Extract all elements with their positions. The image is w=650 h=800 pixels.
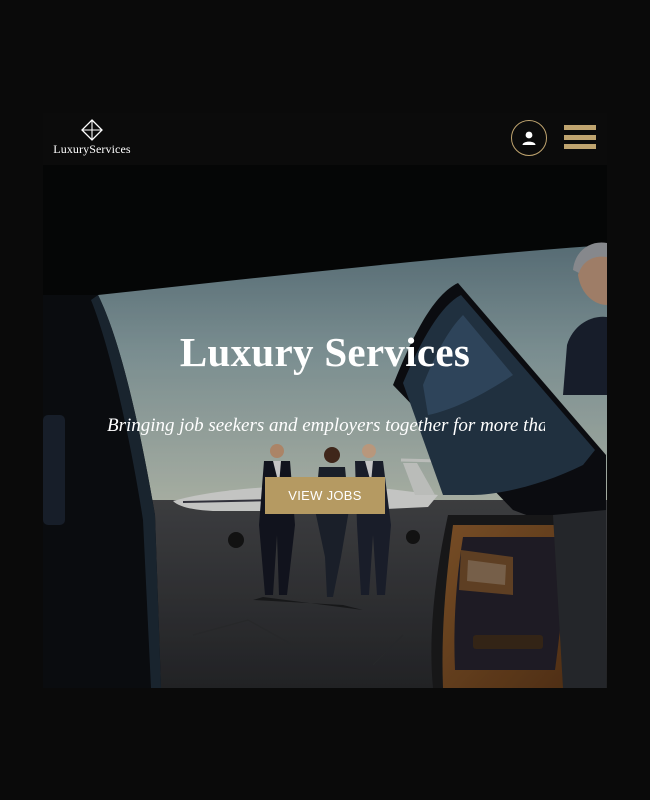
user-icon [522,131,536,145]
menu-bar [564,125,596,130]
hero-section: Luxury Services Bringing job seekers and… [43,165,607,688]
logo[interactable]: LuxuryServices [52,119,132,159]
hero-subtitle: Bringing job seekers and employers toget… [107,415,545,436]
menu-bar [564,144,596,149]
site-header: LuxuryServices [43,113,607,165]
account-button[interactable] [511,120,547,156]
logo-text: LuxuryServices [53,142,131,156]
diamond-icon [81,119,103,141]
page-frame: LuxuryServices Luxury Services Bringing … [43,113,607,688]
menu-bar [564,134,596,140]
hamburger-menu-icon[interactable] [564,125,596,149]
view-jobs-button[interactable]: VIEW JOBS [265,477,385,514]
hero-title: Luxury Services [179,329,471,375]
